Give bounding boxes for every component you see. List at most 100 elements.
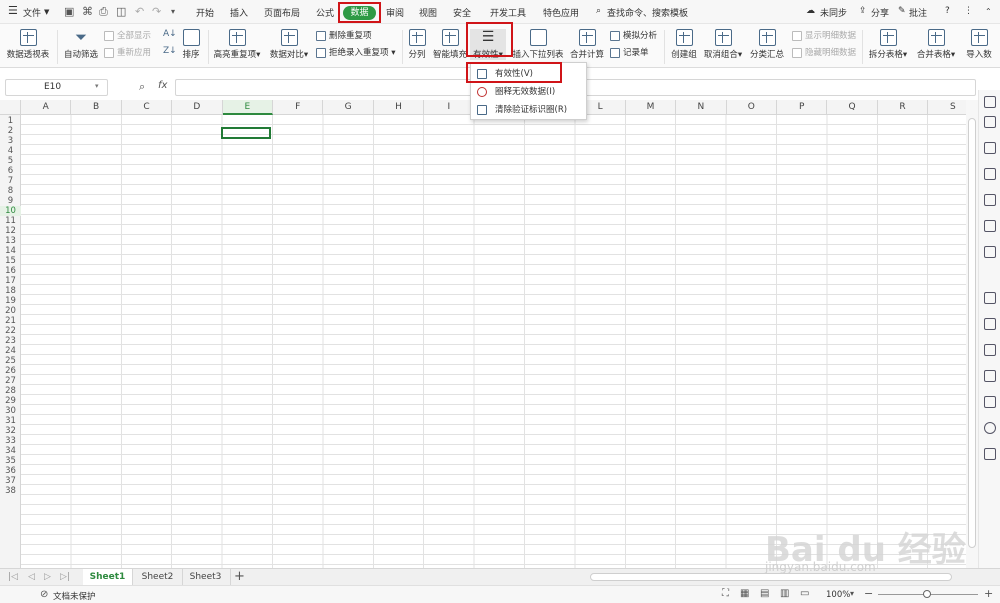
tab-view[interactable]: 视图 xyxy=(419,6,437,19)
what-if-analysis-button[interactable]: 模拟分析 xyxy=(610,29,657,41)
show-all-button[interactable]: 全部显示 xyxy=(104,29,151,41)
row-header-3[interactable]: 3 xyxy=(0,136,21,146)
image-icon[interactable] xyxy=(984,370,996,382)
zoom-chevron-icon[interactable]: ▾ xyxy=(850,589,854,598)
zoom-formula-icon[interactable]: ⌕ xyxy=(139,80,145,94)
template-icon[interactable]: ⌘ xyxy=(82,5,93,18)
column-header-d[interactable]: D xyxy=(172,100,223,115)
tab-formula[interactable]: 公式 xyxy=(316,6,334,19)
eye-protect-icon[interactable]: ⛶ xyxy=(722,588,729,599)
page-layout-view-icon[interactable]: ▥ xyxy=(780,588,789,599)
row-header-9[interactable]: 9 xyxy=(0,196,21,206)
insert-dropdown-list-button[interactable]: 插入下拉列表 xyxy=(512,29,564,60)
comment-icon[interactable]: ✎ xyxy=(898,6,906,16)
sync-status[interactable]: 未同步 xyxy=(820,6,847,19)
column-header-s[interactable]: S xyxy=(928,100,966,115)
reading-mode-icon[interactable]: ▭ xyxy=(800,588,809,599)
hamburger-icon[interactable]: ☰ xyxy=(8,4,18,17)
row-header-29[interactable]: 29 xyxy=(0,396,21,406)
help-icon[interactable]: ? xyxy=(945,6,950,16)
redo-icon[interactable]: ↷ xyxy=(152,5,161,18)
row-header-19[interactable]: 19 xyxy=(0,296,21,306)
show-detail-button[interactable]: 显示明细数据 xyxy=(792,29,856,41)
flash-fill-button[interactable]: 智能填充 xyxy=(432,29,468,60)
tab-developer[interactable]: 开发工具 xyxy=(490,6,526,19)
first-sheet-icon[interactable]: |◁ xyxy=(8,572,18,582)
table-icon[interactable] xyxy=(984,194,996,206)
column-header-e[interactable]: E xyxy=(222,100,273,115)
share-icon[interactable]: ⇪ xyxy=(859,6,867,16)
sort-asc-icon[interactable]: A↓ xyxy=(163,29,177,39)
chart-icon[interactable] xyxy=(984,220,996,232)
function-icon[interactable] xyxy=(984,168,996,180)
row-header-21[interactable]: 21 xyxy=(0,316,21,326)
normal-view-icon[interactable]: ▦ xyxy=(740,588,749,599)
sort-button[interactable]: 排序 xyxy=(180,29,202,60)
selected-cell-e10[interactable] xyxy=(221,127,271,139)
horizontal-scroll-thumb[interactable] xyxy=(590,573,952,581)
share-panel-icon[interactable] xyxy=(984,318,996,330)
row-header-1[interactable]: 1 xyxy=(0,116,21,126)
tab-review[interactable]: 审阅 xyxy=(386,6,404,19)
collapse-ribbon-icon[interactable]: ⌃ xyxy=(985,7,992,16)
ungroup-button[interactable]: 取消组合▾ xyxy=(702,29,744,60)
hide-detail-button[interactable]: 隐藏明细数据 xyxy=(792,46,856,58)
zoom-slider-handle[interactable] xyxy=(923,590,931,598)
menu-item-circle-invalid[interactable]: 圈释无效数据(I) xyxy=(471,83,588,101)
row-header-6[interactable]: 6 xyxy=(0,166,21,176)
vertical-scrollbar[interactable] xyxy=(966,100,978,568)
column-header-p[interactable]: P xyxy=(777,100,828,115)
data-compare-button[interactable]: 数据对比▾ xyxy=(268,29,310,60)
fx-icon[interactable]: fx xyxy=(158,80,167,91)
column-header-n[interactable]: N xyxy=(676,100,727,115)
merge-table-button[interactable]: 合并表格▾ xyxy=(914,29,958,60)
column-header-a[interactable]: A xyxy=(21,100,72,115)
row-header-15[interactable]: 15 xyxy=(0,256,21,266)
prev-sheet-icon[interactable]: ◁ xyxy=(28,572,35,582)
style-icon[interactable] xyxy=(984,142,996,154)
sheet-tab-3[interactable]: Sheet3 xyxy=(181,569,231,585)
namebox-chevron-icon[interactable]: ▾ xyxy=(95,82,99,90)
row-header-10[interactable]: 10 xyxy=(0,206,21,216)
record-form-button[interactable]: 记录单 xyxy=(610,46,649,58)
row-header-7[interactable]: 7 xyxy=(0,176,21,186)
save-icon[interactable]: ▣ xyxy=(64,5,74,18)
search-icon[interactable]: ⌕ xyxy=(596,6,601,16)
row-header-31[interactable]: 31 xyxy=(0,416,21,426)
column-header-g[interactable]: G xyxy=(323,100,374,115)
search-command[interactable]: 查找命令、搜索模板 xyxy=(607,6,688,19)
column-header-r[interactable]: R xyxy=(878,100,929,115)
tab-home[interactable]: 开始 xyxy=(196,6,214,19)
row-header-27[interactable]: 27 xyxy=(0,376,21,386)
row-header-17[interactable]: 17 xyxy=(0,276,21,286)
customize-chevron-icon[interactable]: ▾ xyxy=(171,7,175,16)
split-table-button[interactable]: 拆分表格▾ xyxy=(866,29,910,60)
undo-icon[interactable]: ↶ xyxy=(135,5,144,18)
tab-page-layout[interactable]: 页面布局 xyxy=(264,6,300,19)
sort-desc-icon[interactable]: Z↓ xyxy=(163,46,177,56)
tab-insert[interactable]: 插入 xyxy=(230,6,248,19)
box-icon[interactable] xyxy=(984,344,996,356)
share-button[interactable]: 分享 xyxy=(871,6,889,19)
print-preview-icon[interactable]: ◫ xyxy=(116,5,126,18)
column-header-o[interactable]: O xyxy=(727,100,777,115)
shape-icon[interactable] xyxy=(984,246,996,258)
column-header-h[interactable]: H xyxy=(374,100,425,115)
select-all-corner[interactable] xyxy=(0,100,21,115)
row-header-14[interactable]: 14 xyxy=(0,246,21,256)
subtotal-button[interactable]: 分类汇总 xyxy=(748,29,786,60)
text-to-columns-button[interactable]: 分列 xyxy=(406,29,428,60)
row-header-8[interactable]: 8 xyxy=(0,186,21,196)
more-icon[interactable]: ⋮ xyxy=(964,6,973,16)
row-header-12[interactable]: 12 xyxy=(0,226,21,236)
row-header-37[interactable]: 37 xyxy=(0,476,21,486)
row-header-36[interactable]: 36 xyxy=(0,466,21,476)
add-sheet-icon[interactable]: + xyxy=(234,569,245,584)
column-header-m[interactable]: M xyxy=(626,100,677,115)
row-header-34[interactable]: 34 xyxy=(0,446,21,456)
remove-duplicates-button[interactable]: 删除重复项 xyxy=(316,29,372,41)
select-icon[interactable] xyxy=(984,96,996,108)
row-header-35[interactable]: 35 xyxy=(0,456,21,466)
history-icon[interactable] xyxy=(984,422,996,434)
protect-status[interactable]: 文档未保护 xyxy=(53,590,96,602)
